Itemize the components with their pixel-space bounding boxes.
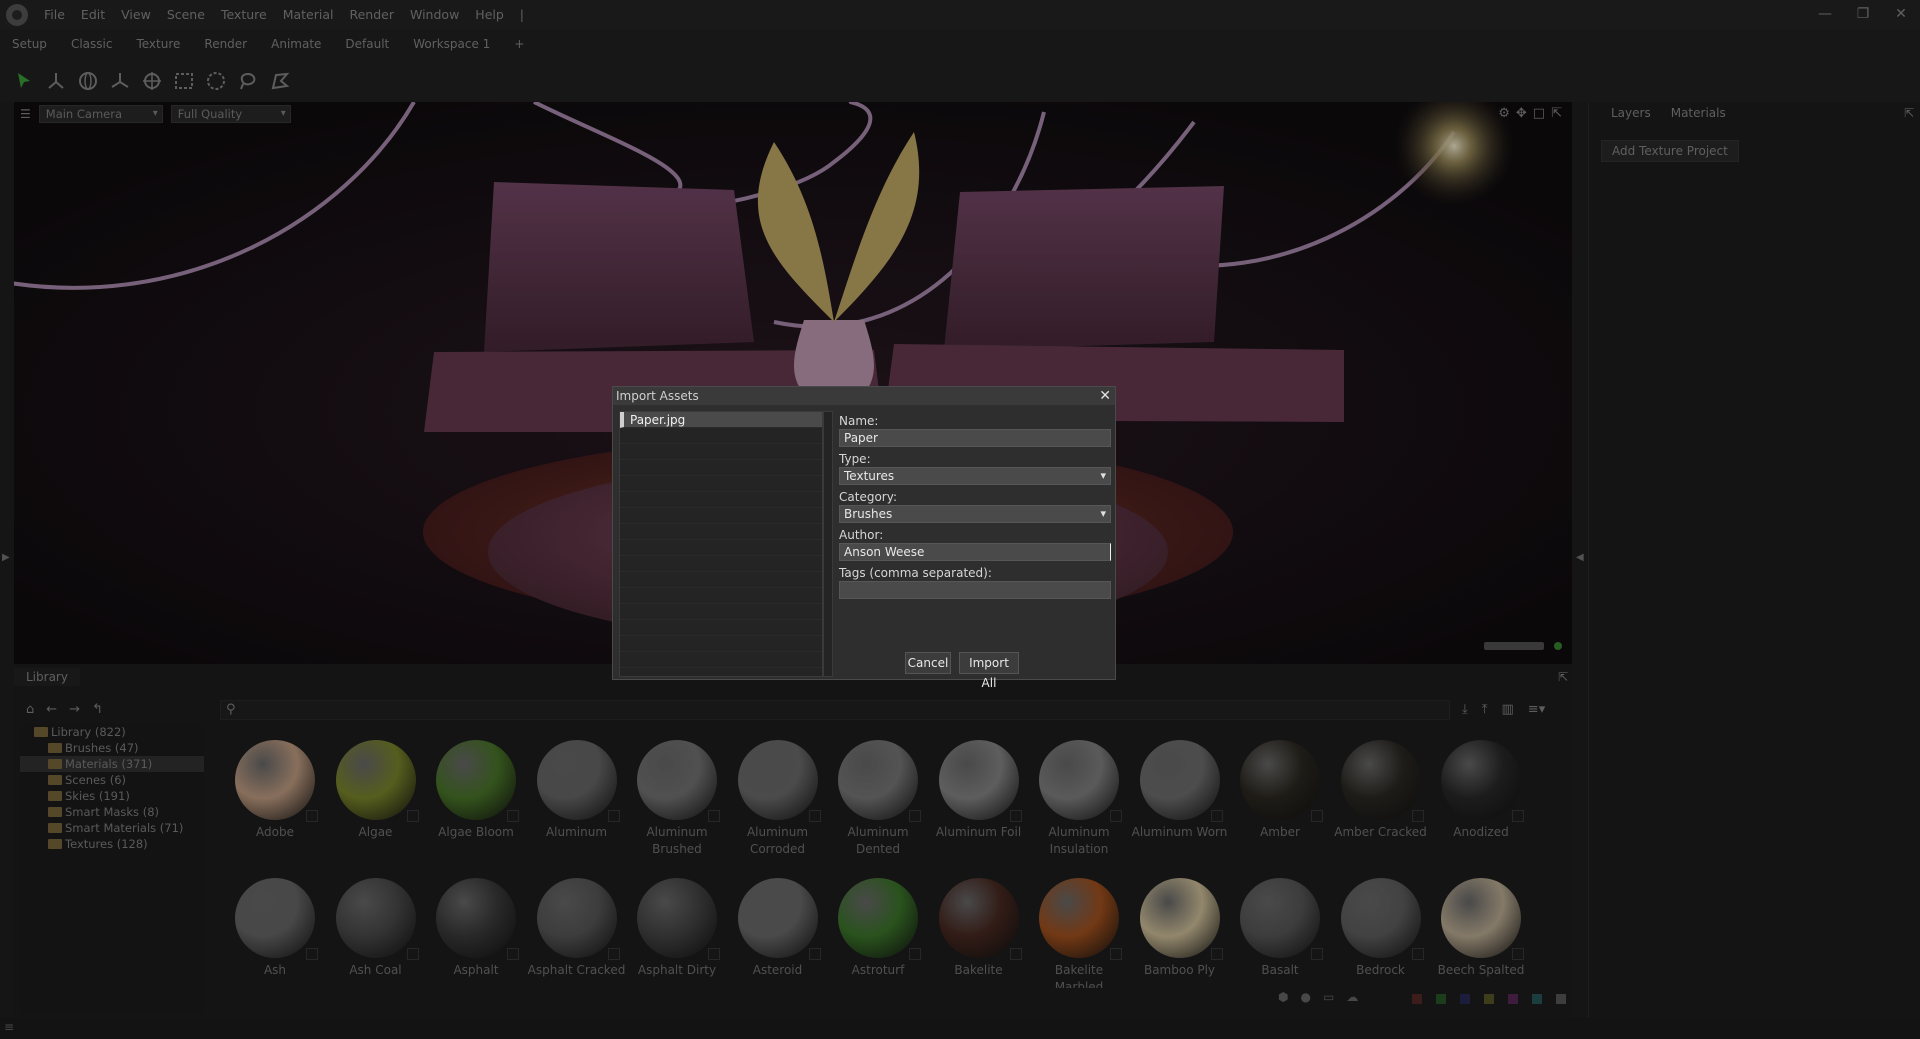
import-all-button[interactable]: Import All bbox=[959, 652, 1019, 690]
author-label: Author: bbox=[839, 528, 884, 542]
file-list-item[interactable]: Paper.jpg bbox=[620, 412, 822, 428]
cancel-button[interactable]: Cancel bbox=[905, 652, 951, 674]
close-icon[interactable]: ✕ bbox=[1099, 387, 1111, 405]
name-input[interactable]: Paper bbox=[839, 429, 1111, 447]
dialog-title-bar[interactable]: Import Assets ✕ bbox=[613, 387, 1115, 405]
category-select[interactable]: Brushes bbox=[839, 505, 1111, 523]
category-label: Category: bbox=[839, 490, 897, 504]
tags-input[interactable] bbox=[839, 581, 1111, 599]
type-select[interactable]: Textures bbox=[839, 467, 1111, 485]
file-list-scrollbar[interactable] bbox=[823, 411, 833, 677]
app-window: File Edit View Scene Texture Material Re… bbox=[0, 0, 1920, 1039]
file-list[interactable]: Paper.jpg bbox=[619, 411, 823, 677]
name-label: Name: bbox=[839, 414, 879, 428]
import-assets-dialog: Import Assets ✕ Paper.jpg Name: Paper Ty… bbox=[612, 386, 1116, 690]
author-input[interactable]: Anson Weese bbox=[839, 543, 1111, 561]
dialog-title: Import Assets bbox=[616, 389, 699, 403]
type-label: Type: bbox=[839, 452, 871, 466]
tags-label: Tags (comma separated): bbox=[839, 566, 992, 580]
asset-form: Name: Paper Type: Textures Category: Bru… bbox=[839, 411, 1111, 603]
